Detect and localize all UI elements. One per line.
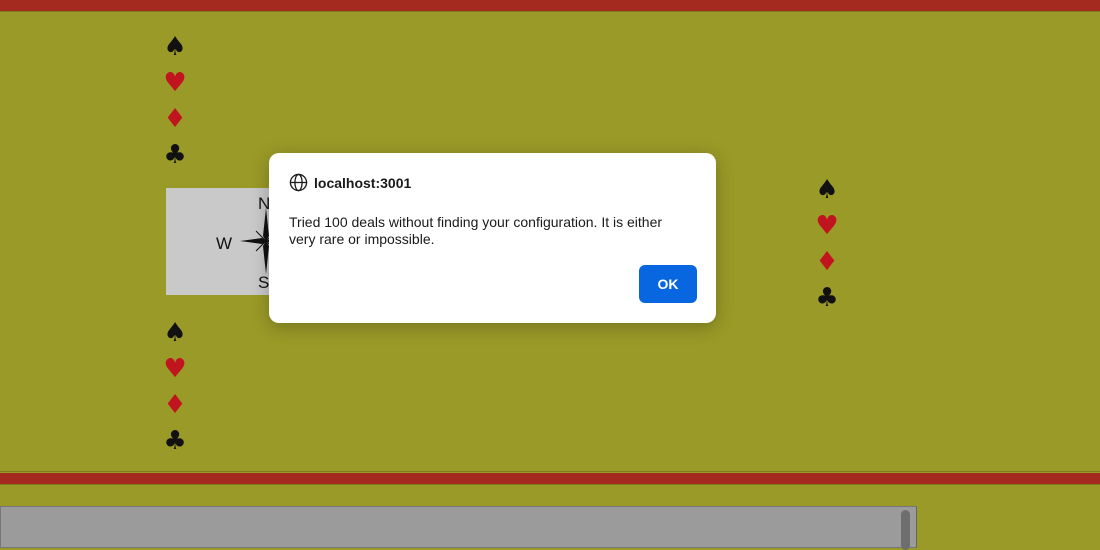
spade-icon: ♠ [815,175,839,205]
diamond-icon: ♦ [163,390,187,420]
compass-south-label: S [258,273,270,292]
bottom-red-bar [0,473,1100,484]
top-red-bar [0,0,1100,11]
hand-north-suits: ♠ ♥ ♦ ♣ [163,29,187,173]
club-icon: ♣ [163,426,187,456]
alert-dialog: localhost:3001 Tried 100 deals without f… [269,153,716,323]
top-divider [0,11,1100,12]
bottom-panel[interactable] [0,506,917,548]
heart-icon: ♥ [163,354,187,384]
dialog-message: Tried 100 deals without finding your con… [289,214,663,247]
spade-icon: ♠ [163,32,187,62]
club-icon: ♣ [163,140,187,170]
spade-icon: ♠ [163,318,187,348]
diamond-icon: ♦ [815,247,839,277]
compass-west-label: W [216,234,233,253]
dialog-origin: localhost:3001 [314,174,412,191]
scrollbar-thumb[interactable] [901,510,910,550]
ok-button[interactable]: OK [639,265,697,303]
hand-east-suits: ♠ ♥ ♦ ♣ [815,172,839,316]
hand-south-suits: ♠ ♥ ♦ ♣ [163,315,187,459]
heart-icon: ♥ [815,211,839,241]
compass-rose: N W S [166,188,272,295]
dialog-header: localhost:3001 [289,173,411,192]
club-icon: ♣ [815,283,839,313]
heart-icon: ♥ [163,68,187,98]
diamond-icon: ♦ [163,104,187,134]
bottom-divider [0,484,1100,485]
globe-icon [289,173,308,192]
bottom-divider-top [0,471,1100,472]
